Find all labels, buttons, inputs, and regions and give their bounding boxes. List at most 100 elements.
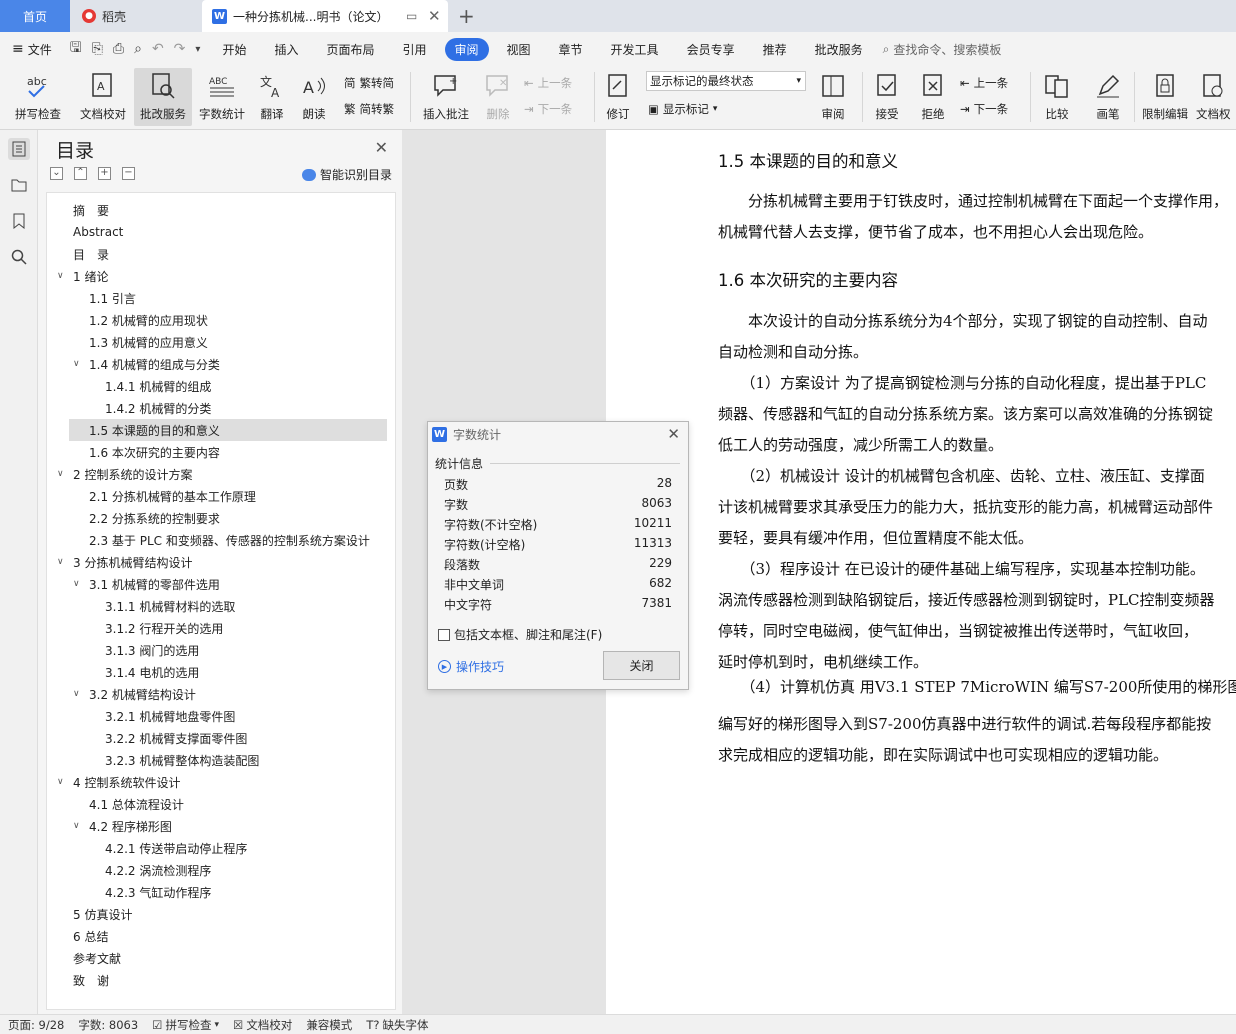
- toc-item[interactable]: 摘 要: [47, 199, 395, 221]
- toc-item[interactable]: ∨ 2 控制系统的设计方案: [47, 463, 395, 485]
- section-nav-icon[interactable]: [8, 174, 30, 196]
- toc-item[interactable]: 4.2.2 涡流检测程序: [47, 859, 395, 881]
- doc-rights-button[interactable]: 文档权: [1196, 68, 1236, 126]
- toc-item[interactable]: 5 仿真设计: [47, 903, 395, 925]
- menu-tab-4[interactable]: 审阅: [444, 37, 489, 61]
- doc-proof-status[interactable]: ☒ 文档校对: [233, 1017, 292, 1033]
- bookmark-icon[interactable]: [8, 210, 30, 232]
- menu-tab-8[interactable]: 会员专享: [677, 38, 745, 61]
- tab-document[interactable]: W 一种分拣机械...明书（论文） ▭ ✕: [202, 0, 448, 32]
- prev-comment-button[interactable]: ⇤ 上一条: [524, 72, 572, 94]
- close-button[interactable]: 关闭: [603, 651, 680, 680]
- chevron-down-icon[interactable]: ∨: [73, 359, 83, 369]
- toc-item[interactable]: ∨ 4.2 程序梯形图: [47, 815, 395, 837]
- toc-item[interactable]: ∨ 3 分拣机械臂结构设计: [47, 551, 395, 573]
- menu-tab-3[interactable]: 引用: [392, 38, 436, 61]
- chevron-down-icon[interactable]: ∨: [73, 579, 83, 589]
- toc-rail-icon[interactable]: [8, 138, 30, 160]
- word-count-button[interactable]: ABC 字数统计: [194, 68, 250, 126]
- menu-tab-6[interactable]: 章节: [549, 38, 593, 61]
- translate-button[interactable]: 文A 翻译: [252, 68, 292, 126]
- more-icon[interactable]: ▾: [195, 44, 200, 55]
- toc-item[interactable]: 1.2 机械臂的应用现状: [47, 309, 395, 331]
- menu-tab-7[interactable]: 开发工具: [601, 38, 669, 61]
- grading-service-button[interactable]: 批改服务: [134, 68, 192, 126]
- close-tab-icon[interactable]: ✕: [428, 7, 441, 25]
- spell-check-status[interactable]: ☑ 拼写检查 ▾: [152, 1017, 219, 1033]
- chevron-down-icon[interactable]: ∨: [57, 469, 67, 479]
- doc-proof-button[interactable]: A 文档校对: [74, 68, 132, 126]
- chevron-down-icon[interactable]: ∨: [57, 557, 67, 567]
- add-tab-icon[interactable]: +: [458, 4, 475, 28]
- expand-all-icon[interactable]: ⌃: [74, 167, 87, 180]
- toc-item[interactable]: 目 录: [47, 243, 395, 265]
- toc-item[interactable]: 3.1.2 行程开关的选用: [47, 617, 395, 639]
- tab-home[interactable]: 首页: [0, 0, 70, 32]
- toc-item[interactable]: 2.3 基于 PLC 和变频器、传感器的控制系统方案设计: [47, 529, 395, 551]
- next-comment-button[interactable]: ⇥ 下一条: [524, 98, 572, 120]
- toc-item[interactable]: ∨ 4 控制系统软件设计: [47, 771, 395, 793]
- collapse-all-icon[interactable]: ⌄: [50, 167, 63, 180]
- reject-button[interactable]: 拒绝: [912, 68, 954, 126]
- remove-heading-icon[interactable]: −: [122, 167, 135, 180]
- toc-item[interactable]: 1.3 机械臂的应用意义: [47, 331, 395, 353]
- toc-item[interactable]: 参考文献: [47, 947, 395, 969]
- toc-item[interactable]: 3.1.3 阀门的选用: [47, 639, 395, 661]
- toc-item[interactable]: 3.1.1 机械臂材料的选取: [47, 595, 395, 617]
- chevron-down-icon[interactable]: ∨: [73, 821, 83, 831]
- undo-icon[interactable]: ↶: [152, 41, 164, 57]
- toc-item[interactable]: 1.4.2 机械臂的分类: [47, 397, 395, 419]
- menu-tab-1[interactable]: 插入: [264, 38, 308, 61]
- close-icon[interactable]: ✕: [375, 138, 388, 157]
- track-changes-button[interactable]: 修订: [598, 68, 638, 126]
- pen-button[interactable]: 画笔: [1088, 68, 1128, 126]
- toc-item[interactable]: 4.2.3 气缸动作程序: [47, 881, 395, 903]
- chevron-down-icon[interactable]: ∨: [73, 689, 83, 699]
- chevron-down-icon[interactable]: ∨: [57, 777, 67, 787]
- file-menu[interactable]: ≡ 文件: [0, 41, 62, 58]
- toc-item[interactable]: 1.1 引言: [47, 287, 395, 309]
- read-aloud-button[interactable]: A 朗读: [294, 68, 334, 126]
- compare-button[interactable]: 比较: [1034, 68, 1080, 126]
- toc-item[interactable]: 3.2.2 机械臂支撑面零件图: [47, 727, 395, 749]
- menu-tab-2[interactable]: 页面布局: [316, 38, 384, 61]
- menu-tab-9[interactable]: 推荐: [753, 38, 797, 61]
- export-pdf-icon[interactable]: ⎘: [92, 41, 103, 57]
- toc-item[interactable]: ∨ 3.1 机械臂的零部件选用: [47, 573, 395, 595]
- search-icon[interactable]: [8, 246, 30, 268]
- save-icon[interactable]: 🖫: [70, 37, 82, 61]
- toc-item[interactable]: 1.6 本次研究的主要内容: [47, 441, 395, 463]
- redo-icon[interactable]: ↷: [174, 41, 186, 57]
- search-command-box[interactable]: ⌕ 查找命令、搜索模板: [883, 41, 1002, 58]
- smart-toc-button[interactable]: 智能识别目录: [301, 166, 392, 183]
- restrict-edit-button[interactable]: 限制编辑: [1138, 68, 1192, 126]
- print-icon[interactable]: ⎙: [113, 41, 124, 57]
- review-pane-button[interactable]: 审阅: [812, 68, 854, 126]
- prev-change-button[interactable]: ⇤ 上一条: [960, 72, 1008, 94]
- toc-item[interactable]: ∨ 1.4 机械臂的组成与分类: [47, 353, 395, 375]
- menu-tab-0[interactable]: 开始: [212, 38, 256, 61]
- toc-item[interactable]: 1.4.1 机械臂的组成: [47, 375, 395, 397]
- page-indicator[interactable]: 页面: 9/28: [8, 1017, 64, 1033]
- toc-item[interactable]: 1.5 本课题的目的和意义: [69, 419, 387, 441]
- toc-item[interactable]: 3.1.4 电机的选用: [47, 661, 395, 683]
- missing-font-status[interactable]: T? 缺失字体: [366, 1017, 428, 1033]
- toc-item[interactable]: 4.2.1 传送带启动停止程序: [47, 837, 395, 859]
- toc-item[interactable]: 3.2.1 机械臂地盘零件图: [47, 705, 395, 727]
- toc-item[interactable]: ∨ 3.2 机械臂结构设计: [47, 683, 395, 705]
- markup-state-select[interactable]: 显示标记的最终状态 ▾: [646, 71, 806, 91]
- toc-item[interactable]: 2.1 分拣机械臂的基本工作原理: [47, 485, 395, 507]
- toc-item[interactable]: Abstract: [47, 221, 395, 243]
- close-icon[interactable]: ✕: [667, 425, 680, 443]
- tab-daoke[interactable]: ● 稻壳: [72, 0, 200, 32]
- menu-tab-10[interactable]: 批改服务: [805, 38, 873, 61]
- toc-item[interactable]: 6 总结: [47, 925, 395, 947]
- insert-comment-button[interactable]: + 插入批注: [418, 68, 474, 126]
- delete-comment-button[interactable]: ✕ 删除: [478, 68, 518, 126]
- document-page[interactable]: 1.5 本课题的目的和意义 分拣机械臂主要用于钉铁皮时，通过控制机械臂在下面起一…: [606, 130, 1236, 1014]
- include-textbox-checkbox[interactable]: 包括文本框、脚注和尾注(F): [438, 626, 602, 643]
- accept-button[interactable]: 接受: [866, 68, 908, 126]
- chevron-down-icon[interactable]: ∨: [57, 271, 67, 281]
- add-heading-icon[interactable]: +: [98, 167, 111, 180]
- word-count-indicator[interactable]: 字数: 8063: [78, 1017, 138, 1033]
